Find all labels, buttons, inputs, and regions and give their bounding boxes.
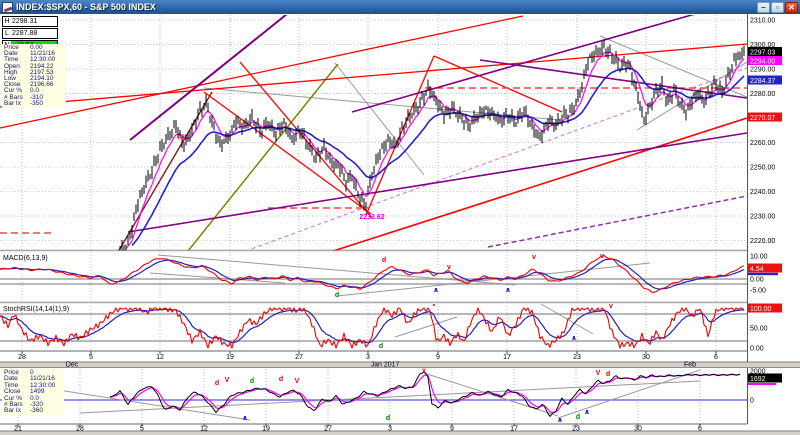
- svg-text:23: 23: [573, 354, 581, 361]
- svg-text:19: 19: [262, 426, 270, 433]
- quote-row: H2298.31: [2, 16, 58, 27]
- app-window: gap2233.62dd∧v∧vvMACD(6,13,9)dv∧vStochRS…: [0, 0, 800, 435]
- svg-text:27: 27: [295, 354, 303, 361]
- svg-text:∧: ∧: [505, 287, 511, 294]
- svg-text:19: 19: [226, 354, 234, 361]
- svg-text:2280.00: 2280.00: [750, 91, 775, 98]
- svg-text:2233.62: 2233.62: [359, 214, 384, 221]
- close-button[interactable]: ✕: [785, 2, 798, 13]
- window-title: INDEX:$SPX,60 - S&P 500 INDEX: [16, 2, 156, 12]
- cursor-data-panel-bottom: Price0Date11/21/16Time12:30:00Close1499C…: [2, 369, 64, 416]
- svg-text:12: 12: [200, 426, 208, 433]
- cursor-data-panel: Price0.00Date11/21/16Time12:30:00Open219…: [2, 44, 66, 108]
- quote-row: L2287.88: [2, 28, 58, 39]
- svg-text:gap: gap: [177, 133, 189, 140]
- svg-text:0.00: 0.00: [750, 346, 764, 353]
- svg-text:Jan 2017: Jan 2017: [371, 362, 400, 369]
- svg-text:d: d: [279, 376, 283, 383]
- svg-text:3: 3: [366, 354, 370, 361]
- svg-text:21: 21: [14, 426, 22, 433]
- svg-text:2260.00: 2260.00: [750, 140, 775, 147]
- window-icon: [2, 2, 13, 13]
- window-titlebar[interactable]: INDEX:$SPX,60 - S&P 500 INDEX – ▫ ✕: [0, 0, 800, 14]
- svg-text:1692: 1692: [750, 376, 766, 383]
- svg-text:v: v: [600, 253, 604, 260]
- svg-text:0.00: 0.00: [750, 277, 764, 284]
- svg-text:5: 5: [140, 426, 144, 433]
- svg-text:d: d: [379, 343, 383, 350]
- svg-text:6: 6: [714, 354, 718, 361]
- svg-text:17: 17: [510, 426, 518, 433]
- svg-text:2230.00: 2230.00: [750, 214, 775, 221]
- svg-text:2310.00: 2310.00: [750, 18, 775, 25]
- svg-text:9: 9: [450, 426, 454, 433]
- svg-text:-5.00: -5.00: [750, 288, 766, 295]
- svg-text:MACD(6,13,9): MACD(6,13,9): [3, 255, 48, 262]
- svg-text:30: 30: [634, 426, 642, 433]
- svg-text:2297.03: 2297.03: [750, 49, 775, 56]
- svg-text:12: 12: [156, 354, 164, 361]
- svg-text:2240.00: 2240.00: [750, 189, 775, 196]
- svg-text:∧: ∧: [571, 335, 577, 342]
- maximize-button[interactable]: ▫: [771, 2, 784, 13]
- svg-text:d: d: [386, 415, 390, 422]
- svg-text:Feb: Feb: [684, 362, 696, 369]
- svg-text:17: 17: [503, 354, 511, 361]
- charts-canvas[interactable]: gap2233.62dd∧v∧vvMACD(6,13,9)dv∧vStochRS…: [0, 0, 800, 435]
- svg-text:50.00: 50.00: [750, 326, 768, 333]
- minimize-button[interactable]: –: [757, 2, 770, 13]
- svg-text:5: 5: [89, 354, 93, 361]
- svg-text:27: 27: [324, 426, 332, 433]
- svg-text:d: d: [250, 378, 254, 385]
- svg-text:2270.07: 2270.07: [750, 115, 775, 122]
- svg-text:28: 28: [76, 426, 84, 433]
- svg-text:∧: ∧: [433, 287, 439, 294]
- svg-text:∧: ∧: [242, 415, 248, 422]
- svg-text:V: V: [295, 378, 300, 385]
- svg-text:v: v: [532, 254, 536, 261]
- svg-text:0: 0: [750, 398, 754, 405]
- svg-text:100.00: 100.00: [750, 306, 772, 313]
- svg-text:2220.00: 2220.00: [750, 238, 775, 245]
- svg-text:v: v: [609, 303, 613, 310]
- svg-text:28: 28: [18, 354, 26, 361]
- svg-text:StochRSI(14,14(1),9): StochRSI(14,14(1),9): [3, 306, 69, 313]
- svg-text:d: d: [606, 371, 610, 378]
- svg-text:2284.37: 2284.37: [750, 78, 775, 85]
- svg-text:2250.00: 2250.00: [750, 165, 775, 172]
- svg-text:v: v: [447, 264, 451, 271]
- svg-text:23: 23: [572, 426, 580, 433]
- svg-text:3: 3: [388, 426, 392, 433]
- svg-text:2290.00: 2290.00: [750, 67, 775, 74]
- svg-text:V: V: [225, 377, 230, 384]
- svg-text:d: d: [335, 292, 339, 299]
- svg-text:V: V: [596, 370, 601, 377]
- svg-text:d: d: [382, 257, 386, 264]
- svg-text:6: 6: [698, 426, 702, 433]
- svg-text:30: 30: [642, 354, 650, 361]
- svg-text:4.54: 4.54: [750, 266, 764, 273]
- cursor-row: Bar Ix-350: [4, 101, 64, 107]
- svg-text:d: d: [215, 380, 219, 387]
- svg-text:Dec: Dec: [66, 362, 79, 369]
- svg-text:∧: ∧: [584, 409, 590, 416]
- svg-text:∧: ∧: [557, 417, 563, 424]
- svg-text:d: d: [576, 414, 580, 421]
- svg-text:10.00: 10.00: [750, 254, 768, 261]
- svg-text:2294.00: 2294.00: [750, 58, 775, 65]
- cursor-row: Bar Ix-360: [4, 408, 62, 414]
- svg-text:9: 9: [436, 354, 440, 361]
